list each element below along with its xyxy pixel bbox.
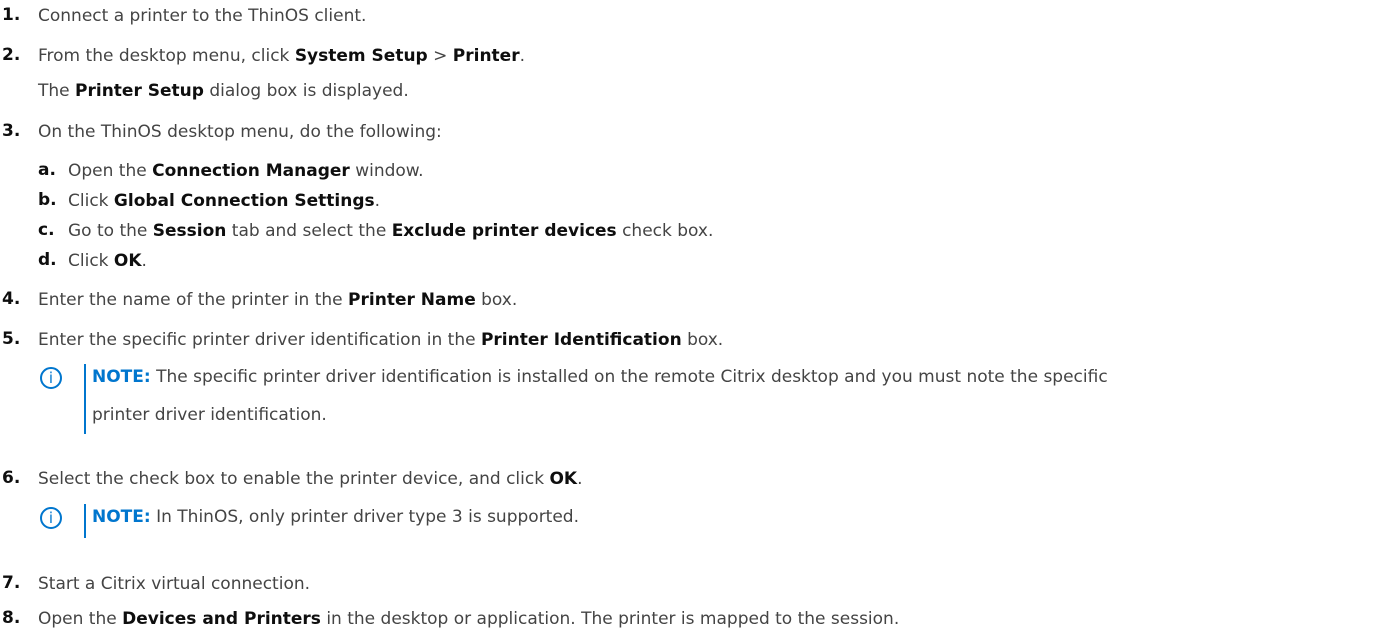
step-2-text: From the desktop menu, click System Setu… <box>38 46 526 66</box>
step-2-result-text: The Printer Setup dialog box is displaye… <box>38 81 409 101</box>
substep-letter: b. <box>38 190 57 210</box>
step-5-text: Enter the specific printer driver identi… <box>38 330 724 350</box>
substep-a-text: Open the Connection Manager window. <box>68 161 424 181</box>
step-number: 8. <box>2 608 21 628</box>
note-divider <box>84 504 86 538</box>
substep-d-text: Click OK. <box>68 251 147 271</box>
step-number: 7. <box>2 573 21 593</box>
note-1-line-1: NOTE: The specific printer driver identi… <box>92 367 1108 387</box>
substep-b-text: Click Global Connection Settings. <box>68 191 381 211</box>
info-icon: i <box>40 507 62 529</box>
substep-c-text: Go to the Session tab and select the Exc… <box>68 221 714 241</box>
substep-letter: a. <box>38 160 56 180</box>
substep-letter: d. <box>38 250 57 270</box>
step-7-text: Start a Citrix virtual connection. <box>38 574 311 594</box>
step-8-text: Open the Devices and Printers in the des… <box>38 609 900 629</box>
substep-letter: c. <box>38 220 55 240</box>
step-number: 3. <box>2 121 21 141</box>
step-3-text: On the ThinOS desktop menu, do the follo… <box>38 122 442 142</box>
step-1-text: Connect a printer to the ThinOS client. <box>38 6 367 26</box>
note-1-line-2: printer driver identification. <box>92 405 327 425</box>
step-number: 1. <box>2 5 21 25</box>
step-number: 6. <box>2 468 21 488</box>
step-4-text: Enter the name of the printer in the Pri… <box>38 290 518 310</box>
step-number: 4. <box>2 289 21 309</box>
note-2-line-1: NOTE: In ThinOS, only printer driver typ… <box>92 507 579 527</box>
step-number: 5. <box>2 329 21 349</box>
step-6-text: Select the check box to enable the print… <box>38 469 583 489</box>
step-number: 2. <box>2 45 21 65</box>
note-divider <box>84 364 86 434</box>
info-icon: i <box>40 367 62 389</box>
